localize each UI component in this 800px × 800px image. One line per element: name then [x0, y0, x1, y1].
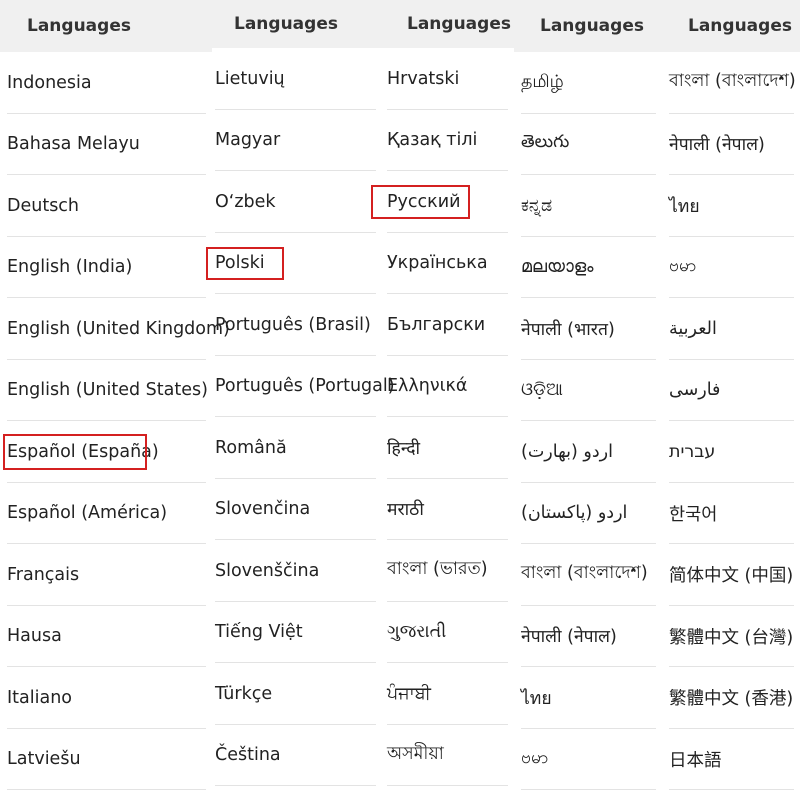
language-option[interactable]: മലയാളം — [514, 237, 662, 299]
language-option[interactable]: ဗမာ — [514, 729, 662, 791]
language-option[interactable]: Türkçe — [208, 663, 382, 725]
language-option[interactable]: বাংলা (বাংলাদেশ) — [662, 52, 800, 114]
row-divider — [669, 789, 794, 790]
language-option[interactable]: অসমীয়া — [380, 725, 514, 787]
language-option[interactable]: Polski — [208, 233, 382, 295]
column-header: Languages — [208, 0, 382, 48]
language-option[interactable]: नेपाली (नेपाल) — [514, 606, 662, 668]
language-option[interactable]: 简体中文 (中国) — [662, 544, 800, 606]
language-option[interactable]: 日本語 — [662, 729, 800, 791]
row-divider — [215, 785, 376, 786]
language-option[interactable]: ไทย — [662, 175, 800, 237]
column-header: Languages — [514, 0, 662, 52]
language-option[interactable]: Español (España) — [0, 421, 212, 483]
language-column-4: Languages தமிழ் తెలుగు ಕನ್ನಡ മലയാളം नेपाली (भ… — [514, 0, 662, 800]
language-option[interactable]: Lietuvių — [208, 48, 382, 110]
language-option[interactable]: தமிழ் — [514, 52, 662, 114]
language-option[interactable]: हिन्दी — [380, 417, 514, 479]
language-option[interactable]: ဗမာ — [662, 237, 800, 299]
language-option[interactable]: Română — [208, 417, 382, 479]
language-option[interactable]: 繁體中文 (香港) — [662, 667, 800, 729]
column-header: Languages — [0, 0, 212, 52]
language-option[interactable]: বাংলা (বাংলাদেশ) — [514, 544, 662, 606]
language-option[interactable]: Italiano — [0, 667, 212, 729]
language-column-2: Languages Lietuvių Magyar O‘zbek Polski Portu… — [208, 0, 395, 800]
language-option[interactable]: తెలుగు — [514, 114, 662, 176]
language-option[interactable]: Hrvatski — [380, 48, 514, 110]
language-option[interactable]: Español (América) — [0, 483, 212, 545]
language-option[interactable]: मराठी — [380, 479, 514, 541]
language-option[interactable]: Slovenščina — [208, 540, 382, 602]
language-option[interactable]: Slovenčina — [208, 479, 382, 541]
language-option[interactable]: Latviešu — [0, 729, 212, 791]
language-option[interactable]: 繁體中文 (台灣) — [662, 606, 800, 668]
language-option[interactable]: Български — [380, 294, 514, 356]
language-option[interactable]: עברית — [662, 421, 800, 483]
language-option[interactable]: Čeština — [208, 725, 382, 787]
language-option[interactable]: English (United States) — [0, 360, 212, 422]
column-header: Languages — [380, 0, 514, 48]
language-column-1: Languages Indonesia Bahasa Melayu Deutsch En… — [0, 0, 230, 800]
language-column-5: Languages বাংলা (বাংলাদেশ) नेपाली (नेपाल) ไ… — [662, 0, 800, 800]
language-option[interactable]: Indonesia — [0, 52, 212, 114]
language-option[interactable]: Hausa — [0, 606, 212, 668]
language-option[interactable]: اردو (پاکستان) — [514, 483, 662, 545]
language-option[interactable]: English (India) — [0, 237, 212, 299]
language-option[interactable]: বাংলা (ভারত) — [380, 540, 514, 602]
language-option[interactable]: ગુજરાતી — [380, 602, 514, 664]
language-option[interactable]: Русский — [380, 171, 514, 233]
language-option[interactable]: اردو (بھارت) — [514, 421, 662, 483]
language-option[interactable]: Français — [0, 544, 212, 606]
language-option[interactable]: English (United Kingdom) — [0, 298, 230, 360]
row-divider — [521, 789, 656, 790]
language-option[interactable]: Português (Brasil) — [208, 294, 382, 356]
language-option[interactable]: नेपाली (नेपाल) — [662, 114, 800, 176]
language-option[interactable]: Tiếng Việt — [208, 602, 382, 664]
row-divider — [7, 789, 206, 790]
language-option[interactable]: ਪੰਜਾਬੀ — [380, 663, 514, 725]
language-column-3: Languages Hrvatski Қазақ тілі Русский Україн… — [380, 0, 514, 800]
language-option[interactable]: Português (Portugal) — [208, 356, 395, 418]
language-option[interactable]: Ελληνικά — [380, 356, 514, 418]
row-divider — [387, 785, 508, 786]
language-option[interactable]: فارسی — [662, 360, 800, 422]
language-option[interactable]: O‘zbek — [208, 171, 382, 233]
language-option[interactable]: Українська — [380, 233, 514, 295]
language-option[interactable]: Bahasa Melayu — [0, 114, 212, 176]
language-option[interactable]: ไทย — [514, 667, 662, 729]
language-option[interactable]: Magyar — [208, 110, 382, 172]
language-option[interactable]: 한국어 — [662, 483, 800, 545]
language-option[interactable]: ଓଡ଼ିଆ — [514, 360, 662, 422]
language-option[interactable]: Deutsch — [0, 175, 212, 237]
language-option[interactable]: Қазақ тілі — [380, 110, 514, 172]
language-option[interactable]: العربية — [662, 298, 800, 360]
language-option[interactable]: नेपाली (भारत) — [514, 298, 662, 360]
language-option[interactable]: ಕನ್ನಡ — [514, 175, 662, 237]
column-header: Languages — [662, 0, 800, 52]
